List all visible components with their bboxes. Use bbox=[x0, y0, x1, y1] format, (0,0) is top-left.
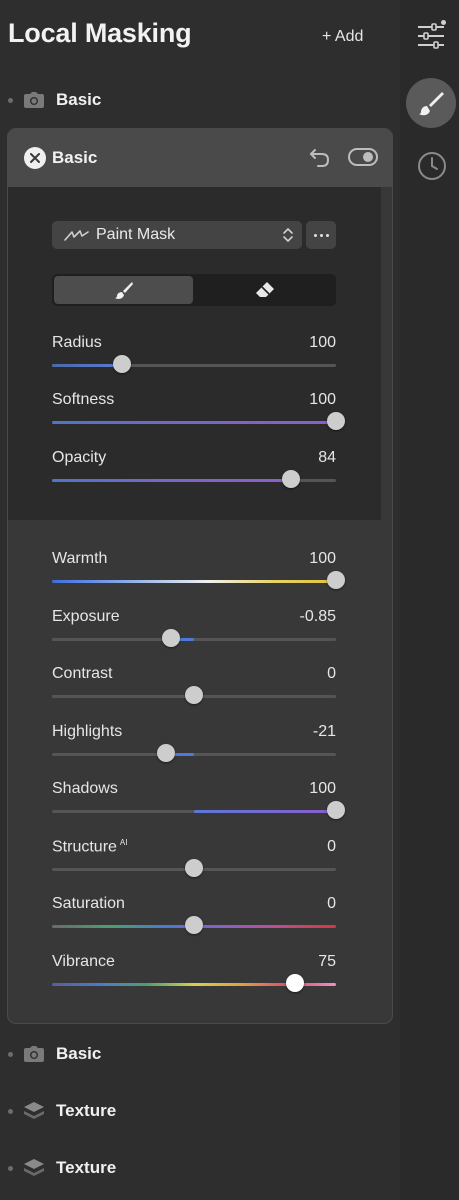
slider-thumb[interactable] bbox=[112, 355, 131, 373]
notification-dot bbox=[441, 20, 446, 25]
slider-value: 0 bbox=[327, 895, 336, 912]
mask-row-texture[interactable]: Texture bbox=[8, 1098, 116, 1124]
mask-row-basic[interactable]: Basic bbox=[8, 1041, 101, 1067]
paint-mask-icon bbox=[64, 228, 92, 242]
mask-row-texture[interactable]: Texture bbox=[8, 1155, 116, 1181]
row-bullet bbox=[8, 1051, 13, 1057]
slider-thumb[interactable] bbox=[185, 686, 203, 704]
brush-icon bbox=[114, 282, 133, 299]
history-icon[interactable] bbox=[414, 148, 450, 184]
slider-label: Shadows bbox=[52, 780, 118, 797]
mask-row-basic[interactable]: Basic bbox=[8, 87, 101, 113]
slider-structure[interactable]: Structure AI 0 bbox=[52, 838, 336, 878]
slider-value: 0 bbox=[327, 838, 336, 855]
slider-fill bbox=[194, 810, 336, 813]
layers-icon bbox=[23, 1157, 45, 1179]
eraser-icon bbox=[255, 282, 274, 297]
slider-label: Highlights bbox=[52, 723, 123, 740]
slider-exposure[interactable]: Exposure -0.85 bbox=[52, 608, 336, 648]
brush-icon[interactable] bbox=[406, 78, 456, 128]
slider-highlights[interactable]: Highlights -21 bbox=[52, 723, 336, 763]
slider-softness[interactable]: Softness 100 bbox=[52, 391, 345, 431]
slider-value: 84 bbox=[318, 449, 336, 466]
slider-thumb[interactable] bbox=[162, 629, 181, 647]
tool-rail bbox=[400, 0, 459, 1200]
visibility-toggle-icon[interactable] bbox=[348, 147, 378, 167]
slider-value: 100 bbox=[309, 391, 336, 408]
slider-thumb[interactable] bbox=[156, 744, 175, 762]
slider-thumb[interactable] bbox=[327, 412, 345, 430]
eraser-mode-button[interactable] bbox=[195, 276, 334, 304]
mask-type-label: Paint Mask bbox=[96, 226, 176, 243]
slider-label: Opacity bbox=[52, 449, 107, 466]
slider-track[interactable] bbox=[52, 810, 336, 813]
slider-radius[interactable]: Radius 100 bbox=[52, 334, 336, 374]
slider-label: Saturation bbox=[52, 895, 125, 912]
row-label: Texture bbox=[56, 1101, 117, 1120]
slider-thumb[interactable] bbox=[185, 859, 203, 877]
row-label: Basic bbox=[56, 90, 102, 109]
camera-icon bbox=[23, 1043, 45, 1065]
chevron-updown-icon bbox=[282, 227, 294, 243]
layers-icon bbox=[23, 1100, 45, 1122]
slider-label: Warmth bbox=[52, 550, 108, 567]
row-bullet bbox=[8, 1165, 13, 1171]
more-options-button[interactable] bbox=[306, 221, 336, 249]
mask-type-select[interactable]: Paint Mask bbox=[52, 221, 302, 249]
panel-header: Basic bbox=[8, 129, 392, 187]
brush-mode-button[interactable] bbox=[54, 276, 193, 304]
close-icon[interactable] bbox=[24, 147, 46, 169]
mask-panel-basic: Basic Paint Mask Radius 100 Softness 100… bbox=[7, 128, 393, 1024]
slider-track[interactable] bbox=[52, 753, 336, 756]
slider-thumb[interactable] bbox=[285, 974, 304, 992]
slider-opacity[interactable]: Opacity 84 bbox=[52, 449, 336, 489]
row-bullet bbox=[8, 97, 13, 103]
slider-value: -21 bbox=[312, 723, 336, 740]
row-label: Basic bbox=[56, 1044, 102, 1063]
undo-icon[interactable] bbox=[308, 145, 332, 169]
slider-thumb[interactable] bbox=[327, 571, 345, 589]
row-bullet bbox=[8, 1108, 13, 1114]
slider-thumb[interactable] bbox=[185, 916, 203, 934]
adjust-icon[interactable] bbox=[414, 18, 448, 54]
slider-track[interactable] bbox=[52, 421, 336, 424]
slider-value: 0 bbox=[327, 665, 336, 682]
slider-label: Vibrance bbox=[52, 953, 115, 970]
slider-label: Contrast bbox=[52, 665, 113, 682]
slider-track[interactable] bbox=[52, 580, 336, 583]
slider-fill bbox=[52, 364, 122, 367]
panel-title: Basic bbox=[52, 148, 98, 167]
add-mask-button[interactable]: + Add bbox=[322, 28, 363, 46]
slider-warmth[interactable]: Warmth 100 bbox=[52, 550, 345, 590]
slider-shadows[interactable]: Shadows 100 bbox=[52, 780, 345, 820]
slider-thumb[interactable] bbox=[281, 470, 300, 488]
slider-value: 100 bbox=[309, 334, 336, 351]
slider-label: Radius bbox=[52, 334, 102, 351]
slider-thumb[interactable] bbox=[327, 801, 345, 819]
brush-mode-segmented bbox=[52, 274, 336, 306]
page-title: Local Masking bbox=[8, 18, 192, 48]
slider-contrast[interactable]: Contrast 0 bbox=[52, 665, 336, 705]
more-icon bbox=[313, 233, 317, 237]
slider-saturation[interactable]: Saturation 0 bbox=[52, 895, 336, 935]
row-label: Texture bbox=[56, 1158, 117, 1177]
slider-label: Exposure bbox=[52, 608, 120, 625]
slider-label: Softness bbox=[52, 391, 115, 408]
slider-track[interactable] bbox=[52, 638, 336, 641]
camera-icon bbox=[23, 89, 45, 111]
slider-track[interactable] bbox=[52, 364, 336, 367]
ai-badge: AI bbox=[119, 838, 128, 847]
slider-value: -0.85 bbox=[299, 608, 336, 625]
slider-value: 100 bbox=[309, 780, 336, 797]
slider-value: 100 bbox=[309, 550, 336, 567]
slider-vibrance[interactable]: Vibrance 75 bbox=[52, 953, 336, 993]
slider-label: Structure AI bbox=[52, 838, 128, 856]
slider-fill bbox=[52, 421, 336, 424]
slider-value: 75 bbox=[318, 953, 336, 970]
slider-fill bbox=[52, 479, 291, 482]
